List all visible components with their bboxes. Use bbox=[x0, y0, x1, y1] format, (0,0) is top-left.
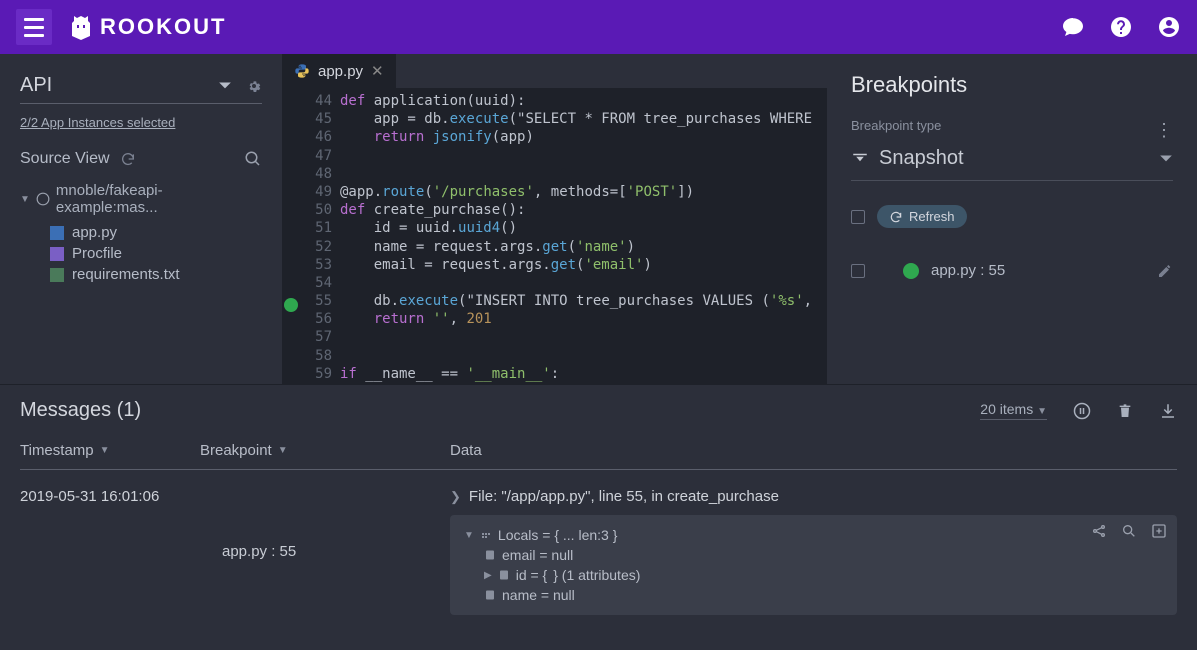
local-var[interactable]: email = null bbox=[464, 545, 1163, 565]
file-line[interactable]: ❯ File: "/app/app.py", line 55, in creat… bbox=[450, 488, 1177, 505]
col-breakpoint[interactable]: Breakpoint ▼ bbox=[200, 442, 450, 459]
refresh-icon bbox=[889, 210, 903, 224]
chevron-down-icon bbox=[1159, 152, 1173, 166]
tab-close-icon[interactable]: ✕ bbox=[371, 62, 384, 80]
chat-icon[interactable] bbox=[1061, 15, 1085, 39]
instances-link[interactable]: 2/2 App Instances selected bbox=[20, 115, 175, 130]
edit-icon[interactable] bbox=[1157, 263, 1173, 279]
pause-icon[interactable] bbox=[1073, 402, 1091, 420]
search-icon[interactable] bbox=[244, 150, 262, 168]
breakpoints-title: Breakpoints bbox=[851, 72, 1173, 98]
menu-button[interactable] bbox=[16, 9, 52, 45]
chevron-down-icon bbox=[218, 79, 232, 93]
top-bar: ROOKOUT bbox=[0, 0, 1197, 54]
search-locals-icon[interactable] bbox=[1121, 523, 1137, 539]
code-editor: app.py ✕ 4445464748495051525354555657585… bbox=[282, 54, 827, 384]
expand-icon bbox=[200, 545, 214, 559]
var-icon bbox=[484, 549, 496, 561]
local-var[interactable]: name = null bbox=[464, 585, 1163, 605]
source-view-title: Source View bbox=[20, 150, 110, 168]
rook-icon bbox=[70, 14, 92, 40]
app-selector-label: API bbox=[20, 74, 210, 97]
download-icon[interactable] bbox=[1159, 402, 1177, 420]
msg-timestamp: 2019-05-31 16:01:06 bbox=[20, 488, 200, 615]
file-name: app.py bbox=[72, 224, 117, 241]
expand-icon[interactable] bbox=[877, 264, 891, 278]
file-icon bbox=[50, 226, 64, 240]
tab-filename: app.py bbox=[318, 63, 363, 80]
bp-checkbox[interactable] bbox=[851, 264, 865, 278]
file-tree-item[interactable]: Procfile bbox=[20, 243, 262, 264]
help-icon[interactable] bbox=[1109, 15, 1133, 39]
repo-row[interactable]: ▼ mnoble/fakeapi-example:mas... bbox=[20, 182, 262, 216]
breakpoints-panel: Breakpoints Breakpoint type ⋮ Snapshot R… bbox=[827, 54, 1197, 384]
breakpoint-row[interactable]: app.py : 55 bbox=[851, 252, 1173, 289]
bp-menu-icon[interactable]: ⋮ bbox=[1155, 121, 1173, 139]
app-selector[interactable]: API bbox=[20, 68, 262, 104]
locals-header[interactable]: ▼ Locals = { ... len:3 } bbox=[464, 525, 1163, 545]
trash-icon[interactable] bbox=[1117, 402, 1133, 420]
gear-icon[interactable] bbox=[246, 78, 262, 94]
snapshot-icon bbox=[851, 150, 869, 168]
object-icon bbox=[480, 529, 492, 541]
bp-type-label: Breakpoint type bbox=[851, 118, 941, 133]
var-icon bbox=[498, 569, 510, 581]
share-icon[interactable] bbox=[1091, 523, 1107, 539]
items-count-select[interactable]: 20 items ▼ bbox=[980, 401, 1047, 420]
bp-type-selector[interactable]: Snapshot bbox=[851, 147, 1173, 181]
file-icon bbox=[50, 247, 64, 261]
repo-name: mnoble/fakeapi-example:mas... bbox=[56, 182, 262, 216]
messages-title: Messages (1) bbox=[20, 399, 141, 422]
col-data: Data bbox=[450, 442, 1177, 459]
file-icon bbox=[50, 268, 64, 282]
select-all-checkbox[interactable] bbox=[851, 210, 865, 224]
col-timestamp[interactable]: Timestamp ▼ bbox=[20, 442, 200, 459]
add-panel-icon[interactable] bbox=[1151, 523, 1167, 539]
file-tree-item[interactable]: requirements.txt bbox=[20, 264, 262, 285]
file-name: Procfile bbox=[72, 245, 122, 262]
messages-panel: Messages (1) 20 items ▼ Timestamp ▼ Brea… bbox=[0, 384, 1197, 629]
brand-logo: ROOKOUT bbox=[70, 14, 226, 40]
var-icon bbox=[484, 589, 496, 601]
refresh-button[interactable]: Refresh bbox=[877, 205, 967, 228]
account-icon[interactable] bbox=[1157, 15, 1181, 39]
left-sidebar: API 2/2 App Instances selected Source Vi… bbox=[0, 54, 282, 384]
msg-breakpoint: app.py : 55 bbox=[200, 488, 450, 615]
locals-block: ▼ Locals = { ... len:3 } email = null▶ i… bbox=[450, 515, 1177, 615]
message-row: 2019-05-31 16:01:06 app.py : 55 ❯ File: … bbox=[0, 474, 1197, 629]
local-var[interactable]: ▶ id = {} (1 attributes) bbox=[464, 565, 1163, 585]
bp-location: app.py : 55 bbox=[931, 262, 1005, 279]
python-icon bbox=[294, 63, 310, 79]
brand-text: ROOKOUT bbox=[100, 14, 226, 40]
refresh-sources-icon[interactable] bbox=[120, 151, 136, 167]
github-icon bbox=[36, 192, 50, 206]
editor-tab[interactable]: app.py ✕ bbox=[282, 54, 397, 88]
file-tree-item[interactable]: app.py bbox=[20, 222, 262, 243]
bp-status-icon bbox=[903, 263, 919, 279]
file-name: requirements.txt bbox=[72, 266, 180, 283]
bp-type-value: Snapshot bbox=[879, 147, 964, 170]
